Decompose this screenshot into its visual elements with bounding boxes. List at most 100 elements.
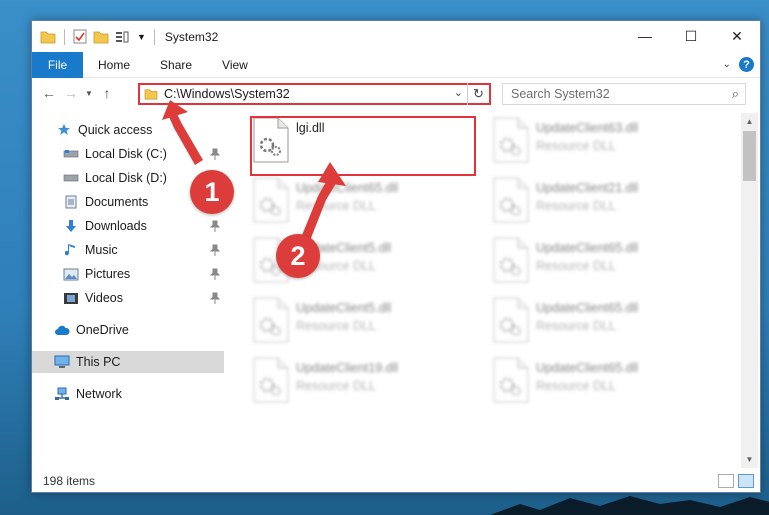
pictures-icon [63, 266, 79, 282]
file-name: UpdateClient65.dll [536, 361, 639, 375]
music-icon [63, 242, 79, 258]
pin-icon[interactable] [210, 148, 220, 160]
file-item[interactable]: UpdateClient21.dll Resource DLL [468, 173, 698, 227]
step-badge-1: 1 [190, 170, 234, 214]
title-bar: ▼ System32 — ☐ ✕ [32, 21, 760, 52]
sidebar-item-label: Network [76, 387, 122, 401]
scroll-up-button[interactable]: ▲ [741, 113, 758, 130]
large-icons-view-icon[interactable] [738, 474, 754, 488]
file-item[interactable]: UpdateClient5.dll Resource DLL [228, 233, 458, 287]
sidebar-item-music[interactable]: Music [32, 239, 224, 261]
up-button[interactable]: ↑ [96, 82, 118, 104]
expand-ribbon-icon[interactable]: ⌄ [723, 59, 731, 70]
tab-share[interactable]: Share [145, 52, 207, 78]
properties-icon[interactable] [73, 29, 87, 44]
customize-toolbar-icon[interactable] [115, 30, 131, 44]
file-item[interactable]: UpdateClient65.dll Resource DLL [468, 233, 698, 287]
pin-icon[interactable] [210, 292, 220, 304]
navigation-bar: ← → ▼ ↑ C:\Windows\System32 ⌄ ↻ Search S… [32, 78, 760, 108]
view-switcher [718, 474, 754, 488]
chevron-down-icon[interactable]: ▼ [137, 32, 146, 42]
file-name: UpdateClient65.dll [296, 181, 399, 195]
sidebar-item-quick-access[interactable]: Quick access [32, 119, 224, 141]
drive-icon [63, 146, 79, 162]
folder-icon [40, 31, 56, 43]
ribbon-right-controls: ⌄ ? [723, 57, 754, 72]
sidebar-item-pictures[interactable]: Pictures [32, 263, 224, 285]
file-item[interactable]: UpdateClient63.dll Resource DLL [468, 113, 698, 167]
close-button[interactable]: ✕ [714, 21, 760, 51]
new-folder-icon[interactable] [93, 30, 109, 44]
sidebar-item-label: Videos [85, 291, 123, 305]
sidebar-item-videos[interactable]: Videos [32, 287, 224, 309]
file-item[interactable]: UpdateClient65.dll Resource DLL [468, 293, 698, 347]
scroll-down-button[interactable]: ▼ [741, 451, 758, 468]
scrollbar-thumb[interactable] [743, 131, 756, 181]
dll-file-icon [492, 357, 530, 403]
pc-icon [54, 354, 70, 370]
dll-file-icon [492, 297, 530, 343]
file-item[interactable]: UpdateClient65.dll Resource DLL [228, 173, 458, 227]
file-type: Resource DLL [536, 259, 616, 273]
sidebar-item-local-disk-c[interactable]: Local Disk (C:) [32, 143, 224, 165]
file-name: UpdateClient65.dll [536, 241, 639, 255]
search-icon[interactable]: ⌕ [732, 86, 739, 102]
window-controls: — ☐ ✕ [622, 21, 760, 51]
arrow-left-icon: ← [42, 85, 56, 101]
navigation-pane: Quick access Local Disk (C:) Local Disk … [32, 113, 224, 465]
arrow-up-icon: ↑ [103, 85, 111, 101]
star-icon [56, 122, 72, 138]
maximize-button[interactable]: ☐ [668, 21, 714, 51]
file-highlight-box [250, 116, 476, 176]
file-type: Resource DLL [296, 319, 376, 333]
file-name: UpdateClient5.dll [296, 301, 392, 315]
tab-home[interactable]: Home [83, 52, 145, 78]
dll-file-icon [252, 357, 290, 403]
address-path[interactable]: C:\Windows\System32 [164, 87, 290, 101]
sidebar-item-network[interactable]: Network [32, 383, 224, 405]
pin-icon[interactable] [210, 268, 220, 280]
file-name: UpdateClient65.dll [536, 301, 639, 315]
search-input[interactable]: Search System32 ⌕ [502, 83, 746, 105]
address-history-icon[interactable]: ⌄ [454, 86, 463, 99]
vertical-scrollbar[interactable]: ▲ ▼ [741, 113, 758, 468]
sidebar-item-downloads[interactable]: Downloads [32, 215, 224, 237]
item-count: 198 items [43, 474, 96, 488]
sidebar-item-label: Pictures [85, 267, 131, 281]
pin-icon[interactable] [210, 220, 220, 232]
documents-icon [63, 194, 79, 210]
address-bar[interactable]: C:\Windows\System32 ⌄ ↻ [138, 83, 491, 105]
file-type: Resource DLL [296, 379, 376, 393]
refresh-button[interactable]: ↻ [467, 83, 489, 105]
toolbar-separator [64, 28, 65, 45]
arrow-right-icon: → [64, 85, 78, 101]
sidebar-item-label: This PC [76, 355, 121, 369]
drive-icon [63, 170, 79, 186]
dll-file-icon [252, 297, 290, 343]
file-name: UpdateClient63.dll [536, 121, 639, 135]
window-title: System32 [164, 29, 219, 44]
sidebar-item-this-pc[interactable]: This PC [32, 351, 224, 373]
sidebar-item-label: Documents [85, 195, 149, 209]
back-button[interactable]: ← [38, 82, 60, 104]
dll-file-icon [252, 177, 290, 223]
tab-view[interactable]: View [207, 52, 263, 78]
file-name: UpdateClient21.dll [536, 181, 639, 195]
pin-icon[interactable] [210, 244, 220, 256]
file-item[interactable]: UpdateClient5.dll Resource DLL [228, 293, 458, 347]
help-button[interactable]: ? [739, 57, 754, 72]
file-type: Resource DLL [536, 379, 616, 393]
sidebar-item-onedrive[interactable]: OneDrive [32, 319, 224, 341]
file-item[interactable]: UpdateClient65.dll Resource DLL [468, 353, 698, 407]
recent-locations-button[interactable]: ▼ [82, 82, 96, 104]
videos-icon [63, 290, 79, 306]
forward-button[interactable]: → [60, 82, 82, 104]
file-item[interactable]: UpdateClient19.dll Resource DLL [228, 353, 458, 407]
details-view-icon[interactable] [718, 474, 734, 488]
tab-file[interactable]: File [32, 51, 83, 78]
ribbon-tabs: File Home Share View ⌄ ? [32, 51, 760, 78]
cloud-icon [54, 322, 70, 338]
file-name: UpdateClient19.dll [296, 361, 399, 375]
minimize-button[interactable]: — [622, 21, 668, 51]
status-bar: 198 items [32, 470, 760, 492]
